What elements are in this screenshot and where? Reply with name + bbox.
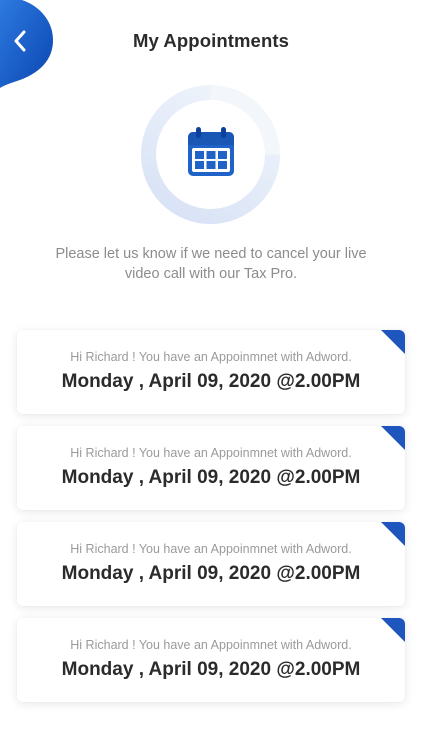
appointment-list: Hi Richard ! You have an Appoinmnet with… [17, 330, 405, 714]
calendar-icon [188, 127, 234, 176]
appointment-message: Hi Richard ! You have an Appoinmnet with… [70, 638, 352, 652]
appointment-date: Monday , April 09, 2020 @2.00PM [61, 563, 361, 584]
appointment-message: Hi Richard ! You have an Appoinmnet with… [70, 350, 352, 364]
appointment-card[interactable]: Hi Richard ! You have an Appoinmnet with… [17, 330, 405, 414]
appointment-message: Hi Richard ! You have an Appoinmnet with… [70, 542, 352, 556]
appointment-message: Hi Richard ! You have an Appoinmnet with… [70, 446, 352, 460]
appointment-date: Monday , April 09, 2020 @2.00PM [61, 467, 361, 488]
appointment-date: Monday , April 09, 2020 @2.00PM [61, 371, 361, 392]
appointment-card[interactable]: Hi Richard ! You have an Appoinmnet with… [17, 522, 405, 606]
appointment-card[interactable]: Hi Richard ! You have an Appoinmnet with… [17, 426, 405, 510]
intro-text: Please let us know if we need to cancel … [55, 246, 367, 282]
appointment-date: Monday , April 09, 2020 @2.00PM [61, 659, 361, 680]
appointments-screen: My Appointments Please let us know if we… [0, 0, 422, 750]
page-title: My Appointments [132, 30, 289, 51]
appointment-card[interactable]: Hi Richard ! You have an Appoinmnet with… [17, 618, 405, 702]
